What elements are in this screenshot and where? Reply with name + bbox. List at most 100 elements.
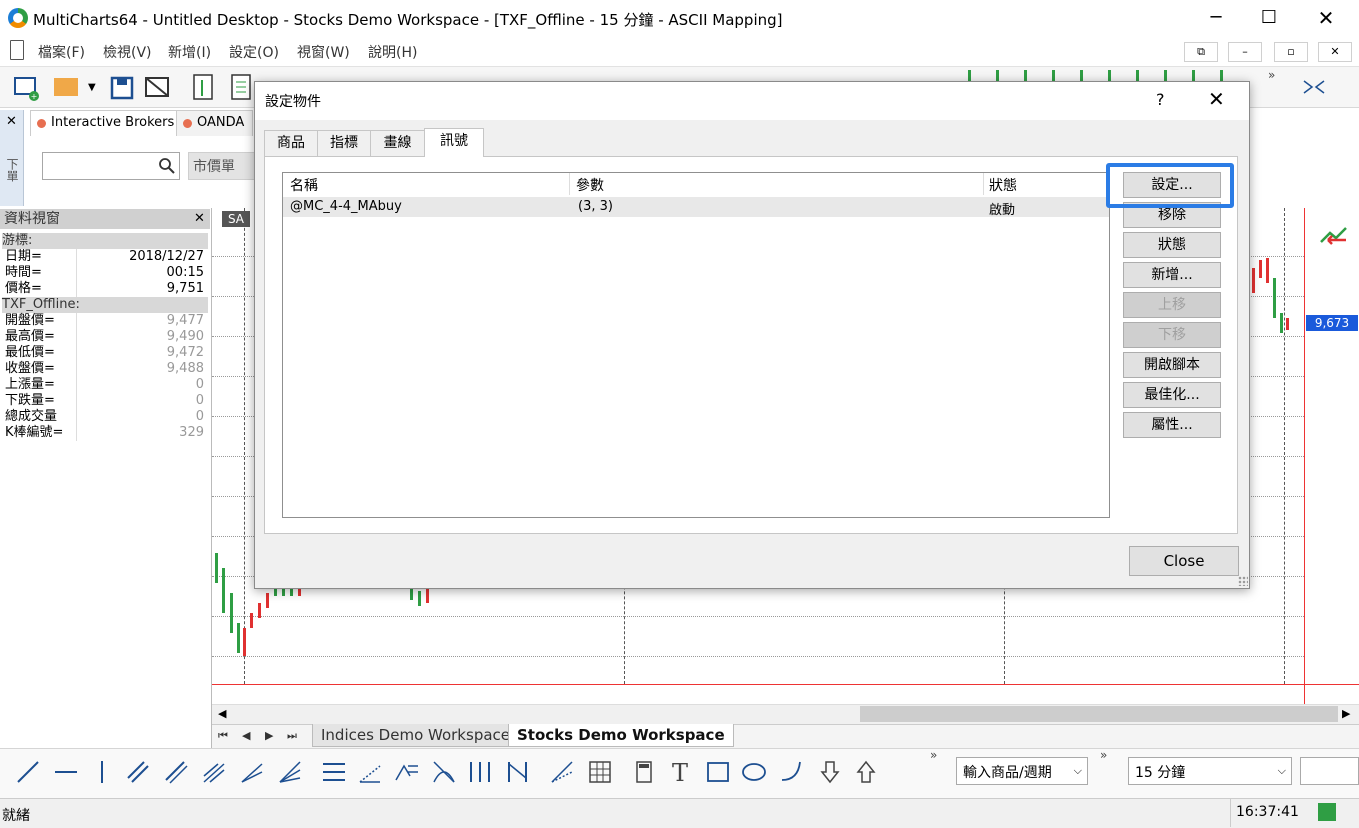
broker-tab-interactive-brokers[interactable]: Interactive Brokers — [30, 110, 184, 136]
dialog-close-icon[interactable]: ✕ — [1208, 87, 1225, 111]
optimize-button[interactable]: 最佳化... — [1123, 382, 1221, 408]
minimize-icon[interactable]: ─ — [1190, 0, 1242, 36]
rectangle-icon[interactable] — [704, 758, 732, 786]
scrollbar-thumb[interactable] — [860, 706, 1338, 722]
new-chart-icon[interactable] — [190, 72, 218, 102]
fibonacci-retracement-icon[interactable] — [320, 758, 348, 786]
window-title: MultiCharts64 - Untitled Desktop - Stock… — [33, 11, 783, 29]
mdi-close-icon[interactable]: ✕ — [1318, 42, 1352, 62]
document-icon — [10, 40, 24, 60]
broker-tab-oanda[interactable]: OANDA — [176, 110, 254, 136]
data-view-row: 最高價= 9,490 — [2, 329, 208, 345]
symbol-interval-combo[interactable]: 輸入商品/週期 ⌵ — [956, 757, 1088, 785]
mdi-restore-icon[interactable]: ⧉ — [1184, 42, 1218, 62]
resize-grip-icon[interactable] — [1238, 576, 1248, 586]
horizontal-line-icon[interactable] — [52, 758, 80, 786]
data-view-value: 9,488 — [166, 361, 204, 376]
trendline-icon[interactable] — [14, 758, 42, 786]
folder-dropdown-icon[interactable]: ▼ — [88, 82, 96, 93]
search-icon[interactable] — [158, 157, 176, 175]
extra-input[interactable] — [1300, 757, 1359, 785]
drawbar-overflow-icon[interactable]: » — [930, 748, 937, 762]
menu-view[interactable]: 檢視(V) — [103, 42, 152, 62]
menu-window[interactable]: 視窗(W) — [297, 42, 350, 62]
arrow-down-icon[interactable] — [816, 758, 844, 786]
close-button[interactable]: Close — [1129, 546, 1239, 576]
cycle-lines-icon[interactable] — [504, 758, 532, 786]
gann-fan-icon[interactable] — [548, 758, 576, 786]
fan-lines-icon[interactable] — [238, 758, 266, 786]
scroll-left-icon[interactable]: ◀ — [218, 707, 226, 720]
mdi-maximize-icon[interactable]: ▫ — [1274, 42, 1308, 62]
data-view-key: K棒編號= — [5, 425, 64, 440]
data-view-key: 上漲量= — [5, 377, 55, 392]
column-header-params[interactable]: 參數 — [576, 175, 604, 195]
speed-lines-icon[interactable] — [276, 758, 304, 786]
ws-prev-icon[interactable]: ◀ — [242, 729, 250, 742]
order-type-field[interactable]: 市價單 — [188, 152, 258, 180]
dialog-help-button[interactable]: ? — [1156, 90, 1165, 109]
fibonacci-fan-icon[interactable] — [356, 758, 384, 786]
properties-button[interactable]: 屬性... — [1123, 412, 1221, 438]
data-view-section: 游標: — [2, 233, 208, 249]
data-view-row: 最低價= 9,472 — [2, 345, 208, 361]
fibonacci-time-zones-icon[interactable] — [466, 758, 494, 786]
move-up-button[interactable]: 上移 — [1123, 292, 1221, 318]
window-close-icon[interactable]: ✕ — [1300, 0, 1352, 36]
column-header-status[interactable]: 狀態 — [989, 175, 1017, 195]
data-view-divider — [76, 313, 77, 329]
open-folder-icon[interactable] — [52, 72, 80, 102]
fibonacci-arcs-icon[interactable] — [430, 758, 458, 786]
trade-arrows-icon[interactable] — [1318, 222, 1350, 250]
vertical-line-icon[interactable] — [88, 758, 116, 786]
pitchfork-icon[interactable] — [200, 758, 228, 786]
data-view-value: 0 — [195, 377, 204, 392]
ws-first-icon[interactable]: ⏮ — [218, 729, 228, 743]
ws-next-icon[interactable]: ▶ — [265, 729, 273, 742]
new-scanner-icon[interactable] — [228, 72, 256, 102]
table-row[interactable] — [283, 197, 1109, 217]
open-script-button[interactable]: 開啟腳本 — [1123, 352, 1221, 378]
data-view-row: 時間= 00:15 — [2, 265, 208, 281]
toolbar-overflow-icon[interactable]: » — [1268, 68, 1275, 82]
menu-settings[interactable]: 設定(O) — [229, 42, 279, 62]
tab-signals[interactable]: 訊號 — [424, 128, 484, 157]
tab-indicators[interactable]: 指標 — [317, 130, 371, 156]
collapse-panel-icon[interactable] — [1300, 72, 1328, 102]
signals-list[interactable] — [282, 172, 1110, 518]
tab-drawings[interactable]: 畫線 — [370, 130, 425, 156]
tab-indices-demo-workspace[interactable]: Indices Demo Workspace — [312, 724, 520, 747]
column-divider[interactable] — [983, 173, 984, 195]
arc-icon[interactable] — [778, 758, 806, 786]
mdi-minimize-icon[interactable]: – — [1228, 42, 1262, 62]
interval-select[interactable]: 15 分鐘 ⌵ — [1128, 757, 1292, 785]
move-down-button[interactable]: 下移 — [1123, 322, 1221, 348]
column-header-name[interactable]: 名稱 — [290, 175, 318, 195]
close-workspace-icon[interactable] — [143, 72, 171, 102]
tab-instruments[interactable]: 商品 — [264, 130, 318, 156]
arrow-up-icon[interactable] — [852, 758, 880, 786]
fibonacci-extension-icon[interactable] — [392, 758, 420, 786]
add-button[interactable]: 新增... — [1123, 262, 1221, 288]
calculator-icon[interactable] — [630, 758, 658, 786]
ws-last-icon[interactable]: ⏭ — [287, 729, 297, 743]
data-view-close-icon[interactable]: ✕ — [194, 211, 205, 226]
data-view-divider — [76, 361, 77, 377]
new-workspace-icon[interactable]: + — [12, 72, 40, 102]
tab-stocks-demo-workspace[interactable]: Stocks Demo Workspace — [508, 724, 734, 747]
column-divider[interactable] — [569, 173, 570, 195]
drawbar-overflow2-icon[interactable]: » — [1100, 748, 1107, 762]
order-panel-close-icon[interactable]: ✕ — [6, 114, 17, 129]
maximize-icon[interactable]: ☐ — [1243, 0, 1295, 36]
menu-help[interactable]: 說明(H) — [368, 42, 417, 62]
parallel-channel-icon[interactable] — [124, 758, 152, 786]
menu-insert[interactable]: 新增(I) — [168, 42, 211, 62]
text-tool-icon[interactable]: T — [666, 758, 694, 786]
save-icon[interactable] — [108, 72, 136, 102]
regression-channel-icon[interactable] — [162, 758, 190, 786]
menu-file[interactable]: 檔案(F) — [38, 42, 85, 62]
grid-icon[interactable] — [586, 758, 614, 786]
status-button[interactable]: 狀態 — [1123, 232, 1221, 258]
ellipse-icon[interactable] — [740, 758, 768, 786]
scroll-right-icon[interactable]: ▶ — [1342, 707, 1350, 720]
